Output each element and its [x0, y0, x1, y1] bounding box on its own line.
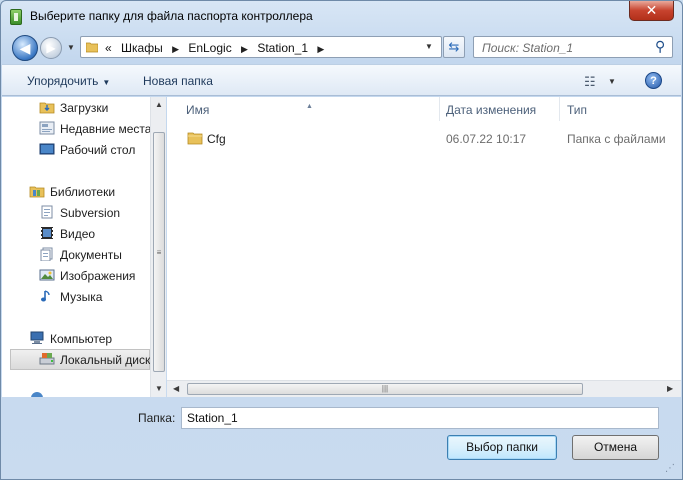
navigation-pane: Загрузки Недавние места Рабочий стол Биб… [2, 97, 166, 397]
refresh-icon: ⇆ [448, 39, 460, 54]
app-icon [10, 9, 22, 25]
libraries-icon [29, 186, 45, 198]
breadcrumb-separator-icon[interactable]: ▶ [317, 44, 324, 54]
recent-pages-dropdown-icon[interactable]: ▼ [67, 43, 75, 52]
video-icon [41, 227, 53, 239]
chevron-down-icon: ▼ [102, 78, 111, 87]
cancel-button[interactable]: Отмена [572, 435, 659, 460]
sidebar-item-label: Компьютер [50, 332, 113, 346]
breadcrumb-item-station[interactable]: Station_1 [257, 41, 308, 55]
address-bar[interactable]: « Шкафы ▶ EnLogic ▶ Station_1 ▶ ▼ [80, 36, 442, 58]
column-header-label: Тип [567, 103, 588, 117]
sidebar-item-subversion[interactable]: Subversion [39, 203, 149, 223]
column-header-date[interactable]: Дата изменения [440, 97, 559, 121]
sidebar-item-label: Загрузки [60, 101, 109, 115]
back-button[interactable]: ◀ [12, 35, 38, 61]
search-placeholder: Поиск: Station_1 [482, 41, 574, 55]
folder-icon [86, 42, 98, 53]
pictures-icon [39, 269, 55, 281]
downloads-icon [39, 102, 55, 114]
list-item[interactable]: Cfg 06.07.22 10:17 Папка с файлами [175, 129, 675, 149]
breadcrumb-item-shkafy[interactable]: Шкафы [121, 41, 163, 55]
document-icon [41, 205, 53, 219]
sidebar-item-label: Изображения [60, 269, 136, 283]
folder-label: Папка: [138, 411, 176, 425]
address-dropdown-icon[interactable]: ▼ [425, 42, 433, 51]
folder-field[interactable] [181, 407, 659, 429]
sidebar-item-local-disk[interactable]: Локальный диск [10, 349, 150, 370]
sidebar-item-label: Видео [60, 227, 96, 241]
sidebar-item-downloads[interactable]: Загрузки [39, 98, 149, 118]
sidebar-item-recent-places[interactable]: Недавние места [39, 119, 152, 139]
breadcrumb-separator-icon[interactable]: ▶ [172, 44, 179, 54]
recent-places-icon [39, 121, 55, 135]
desktop-icon [39, 143, 55, 155]
scroll-up-icon[interactable]: ▲ [155, 100, 163, 109]
organize-button[interactable]: Упорядочить ▼ [27, 74, 110, 88]
sidebar-item-label: Документы [60, 248, 122, 262]
network-icon [31, 392, 43, 397]
sidebar-item-documents[interactable]: Документы [39, 245, 149, 265]
search-icon[interactable]: ⚲ [655, 38, 665, 55]
scroll-down-icon[interactable]: ▼ [155, 384, 163, 393]
toolbar: Упорядочить ▼ Новая папка ☷ ▼ ? [2, 64, 681, 96]
sidebar-item-computer[interactable]: Компьютер [29, 329, 149, 349]
file-date: 06.07.22 10:17 [446, 132, 527, 146]
organize-label: Упорядочить [27, 74, 99, 88]
select-folder-button[interactable]: Выбор папки [447, 435, 557, 460]
breadcrumb-separator-icon[interactable]: ▶ [241, 44, 248, 54]
view-options-icon[interactable]: ☷ [584, 74, 596, 90]
sidebar-scrollbar[interactable]: ▲ ≡ ▼ [150, 97, 166, 397]
sidebar-item-pictures[interactable]: Изображения [39, 266, 149, 286]
scroll-left-icon[interactable]: ◀ [173, 384, 179, 393]
music-icon [41, 290, 50, 302]
sidebar-item-label: Библиотеки [50, 185, 116, 199]
scroll-thumb[interactable]: ≡ [153, 132, 165, 372]
breadcrumb-item-enlogic[interactable]: EnLogic [188, 41, 231, 55]
column-header-name[interactable]: ▲ Имя [167, 97, 439, 121]
close-button[interactable]: ✕ [629, 1, 674, 21]
title-bar: Выберите папку для файла паспорта контро… [1, 1, 682, 31]
file-type: Папка с файлами [567, 132, 666, 146]
sidebar-item-network[interactable] [29, 387, 49, 397]
sidebar-item-desktop[interactable]: Рабочий стол [39, 140, 149, 160]
search-input[interactable]: Поиск: Station_1 ⚲ [473, 36, 673, 58]
column-header-type[interactable]: Тип [560, 97, 681, 121]
new-folder-button[interactable]: Новая папка [143, 74, 213, 88]
sort-ascending-icon: ▲ [306, 103, 313, 110]
sidebar-item-music[interactable]: Музыка [39, 287, 149, 307]
sidebar-item-label: Локальный диск [60, 353, 151, 367]
file-name: Cfg [207, 132, 226, 146]
help-icon[interactable]: ? [645, 72, 662, 89]
breadcrumb-overflow[interactable]: « [105, 41, 112, 55]
column-header-label: Дата изменения [446, 103, 537, 117]
sidebar-item-label: Музыка [60, 290, 103, 304]
documents-icon [40, 247, 53, 261]
file-list-pane: ▲ Имя Дата изменения Тип Cfg 06.07.22 10… [167, 97, 681, 397]
chevron-down-icon[interactable]: ▼ [608, 77, 616, 86]
scroll-thumb[interactable]: ||| [187, 383, 583, 395]
sidebar-item-label: Недавние места [60, 122, 152, 136]
column-header-label: Имя [186, 103, 210, 117]
scroll-right-icon[interactable]: ▶ [667, 384, 673, 393]
sidebar-item-label: Subversion [60, 206, 121, 220]
folder-icon [187, 132, 203, 145]
sidebar-item-label: Рабочий стол [60, 143, 136, 157]
local-disk-icon [39, 353, 55, 365]
dialog-window: Выберите папку для файла паспорта контро… [0, 0, 683, 480]
sidebar-item-video[interactable]: Видео [39, 224, 149, 244]
resize-grip-icon[interactable]: ⋰ [665, 463, 675, 474]
refresh-button[interactable]: ⇆ [443, 36, 465, 58]
forward-button[interactable]: ▶ [40, 37, 62, 59]
horizontal-scrollbar[interactable]: ◀ ||| ▶ [167, 380, 681, 397]
sidebar-item-libraries[interactable]: Библиотеки [29, 182, 149, 202]
computer-icon [30, 331, 44, 344]
breadcrumb: « Шкафы ▶ EnLogic ▶ Station_1 ▶ [105, 41, 330, 55]
window-title: Выберите папку для файла паспорта контро… [30, 9, 313, 23]
